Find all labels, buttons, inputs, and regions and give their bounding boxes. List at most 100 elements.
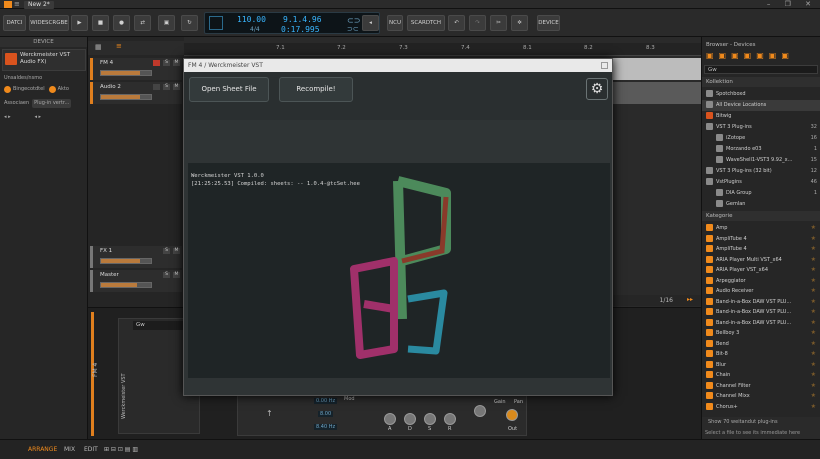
star-icon[interactable]: ★ <box>811 318 816 328</box>
record-icon[interactable]: ● <box>113 15 130 31</box>
track-fm4[interactable]: FM 4 S M <box>90 58 182 80</box>
category-item[interactable]: Channel Filter ★ <box>702 381 820 392</box>
gain-knob[interactable] <box>474 405 486 417</box>
arrange-button[interactable]: ARRANGE <box>28 446 57 453</box>
list-icon[interactable]: ≡ <box>116 42 122 50</box>
collection-item[interactable]: Spotchboxd <box>702 89 820 100</box>
category-item[interactable]: Blur ★ <box>702 360 820 371</box>
search-field[interactable]: Gw <box>704 65 818 74</box>
nav-arrows[interactable]: ◂ ▸ ◂ ▸ <box>2 113 86 122</box>
collection-item[interactable]: Morzando e03 1 <box>702 144 820 155</box>
solo-button[interactable]: S <box>163 84 170 90</box>
collection-item[interactable]: VstPlugins 46 <box>702 177 820 188</box>
position-value[interactable]: 9.1.4.96 <box>283 15 322 24</box>
tempo-value[interactable]: 110.00 <box>237 15 266 24</box>
star-icon[interactable]: ★ <box>811 276 816 286</box>
attack-knob[interactable] <box>384 413 396 425</box>
device-card[interactable]: Werckmeister VST Audio FX) <box>2 49 86 71</box>
cut-icon[interactable]: ✂ <box>490 15 507 31</box>
document-tab[interactable]: New 2* <box>24 1 54 9</box>
category-item[interactable]: ARIA Player Multi VST_x64 ★ <box>702 255 820 266</box>
toggle-icon[interactable] <box>48 86 56 93</box>
close-icon[interactable] <box>601 62 608 69</box>
collection-item[interactable]: iZotope 16 <box>702 133 820 144</box>
dataset-button[interactable]: DATCI <box>3 15 26 31</box>
star-icon[interactable]: ★ <box>811 223 816 233</box>
star-icon[interactable]: ★ <box>811 307 816 317</box>
release-knob[interactable] <box>444 413 456 425</box>
scratch-button[interactable]: SCARDTCH <box>407 15 445 31</box>
ncu-button[interactable]: NCU <box>387 15 403 31</box>
volume-fader[interactable] <box>100 70 152 76</box>
freq-field-2[interactable]: 8.40 Hz <box>314 424 338 430</box>
collection-item[interactable]: VST 3 Plug-ins 32 <box>702 122 820 133</box>
category-item[interactable]: Amp ★ <box>702 223 820 234</box>
toggle-icon[interactable] <box>4 86 11 93</box>
star-icon[interactable]: ★ <box>811 286 816 296</box>
sustain-knob[interactable] <box>424 413 436 425</box>
star-icon[interactable]: ★ <box>811 360 816 370</box>
collection-item[interactable]: Gemlan <box>702 199 820 210</box>
category-item[interactable]: ARIA Player VST_x64 ★ <box>702 265 820 276</box>
recompile-button[interactable]: Recompile! <box>279 77 353 102</box>
zoom-icon[interactable]: ▸▸ <box>687 296 693 303</box>
redo-icon[interactable]: ↷ <box>469 15 486 31</box>
undo-icon[interactable]: ↶ <box>448 15 465 31</box>
option-a[interactable]: Bingecotdtel <box>13 85 45 94</box>
punch-icon[interactable]: ⊃⊂ <box>347 25 359 33</box>
settings-icon[interactable]: ✲ <box>511 15 528 31</box>
mix-button[interactable]: MIX <box>64 446 75 453</box>
collection-item[interactable]: WaveShell1-VST3 9.92_x... 15 <box>702 155 820 166</box>
solo-button[interactable]: S <box>163 272 170 278</box>
option-b[interactable]: Akto <box>58 85 69 94</box>
window-controls[interactable]: – ❐ ✕ <box>767 0 817 8</box>
wide-button[interactable]: WIDESCRGBE <box>29 15 69 31</box>
add-icon[interactable]: ↑ <box>266 409 273 418</box>
signature-value[interactable]: 4/4 <box>250 26 260 33</box>
star-icon[interactable]: ★ <box>811 339 816 349</box>
category-item[interactable]: Chorus+ ★ <box>702 402 820 413</box>
star-icon[interactable]: ★ <box>811 349 816 359</box>
category-item[interactable]: Band-in-a-Box DAW VST PLU... ★ <box>702 318 820 329</box>
star-icon[interactable]: ★ <box>811 328 816 338</box>
mute-button[interactable]: M <box>173 84 180 90</box>
out-knob[interactable] <box>506 409 518 421</box>
metronome-icon[interactable]: ⊂⊃ <box>347 16 360 25</box>
category-item[interactable]: Band-in-a-Box DAW VST PLU... ★ <box>702 297 820 308</box>
collection-item[interactable]: All Device Locations <box>702 100 820 111</box>
star-icon[interactable]: ★ <box>811 234 816 244</box>
plugin-window[interactable]: FM 4 / Werckmeister VST Open Sheet File … <box>183 58 613 396</box>
category-item[interactable]: Bend ★ <box>702 339 820 350</box>
association-select[interactable]: Plug-in vertr... <box>32 99 72 108</box>
stop-icon[interactable]: ■ <box>92 15 109 31</box>
track-master[interactable]: Master S M <box>90 270 182 292</box>
overdub-icon[interactable]: ▣ <box>158 15 175 31</box>
mute-button[interactable]: M <box>173 60 180 66</box>
record-arm-icon[interactable] <box>153 84 160 90</box>
mute-button[interactable]: M <box>173 248 180 254</box>
volume-fader[interactable] <box>100 94 152 100</box>
timeline-ruler[interactable]: 7.1 7.2 7.3 7.4 8.1 8.2 8.3 <box>184 43 701 56</box>
zoom-value[interactable]: 1/16 <box>660 297 673 304</box>
volume-fader[interactable] <box>100 258 152 264</box>
star-icon[interactable]: ★ <box>811 265 816 275</box>
star-icon[interactable]: ★ <box>811 297 816 307</box>
solo-button[interactable]: S <box>163 60 170 66</box>
decay-knob[interactable] <box>404 413 416 425</box>
star-icon[interactable]: ★ <box>811 402 816 412</box>
star-icon[interactable]: ★ <box>811 370 816 380</box>
category-item[interactable]: Bellboy 3 ★ <box>702 328 820 339</box>
star-icon[interactable]: ★ <box>811 255 816 265</box>
category-item[interactable]: Audio Receiver ★ <box>702 286 820 297</box>
open-sheet-button[interactable]: Open Sheet File <box>189 77 269 102</box>
record-arm-icon[interactable] <box>153 60 160 66</box>
automation-icon[interactable]: ⇄ <box>134 15 151 31</box>
category-item[interactable]: Chain ★ <box>702 370 820 381</box>
arrow-left-icon[interactable]: ◂ <box>362 15 379 31</box>
menu-icon[interactable]: ≡ <box>14 0 20 8</box>
collection-item[interactable]: VST 3 Plug-ins (32 bit) 12 <box>702 166 820 177</box>
star-icon[interactable]: ★ <box>811 391 816 401</box>
grid-icon[interactable]: ▦ <box>95 43 102 51</box>
loop-icon[interactable]: ↻ <box>181 15 198 31</box>
category-item[interactable]: Channel Mixx ★ <box>702 391 820 402</box>
